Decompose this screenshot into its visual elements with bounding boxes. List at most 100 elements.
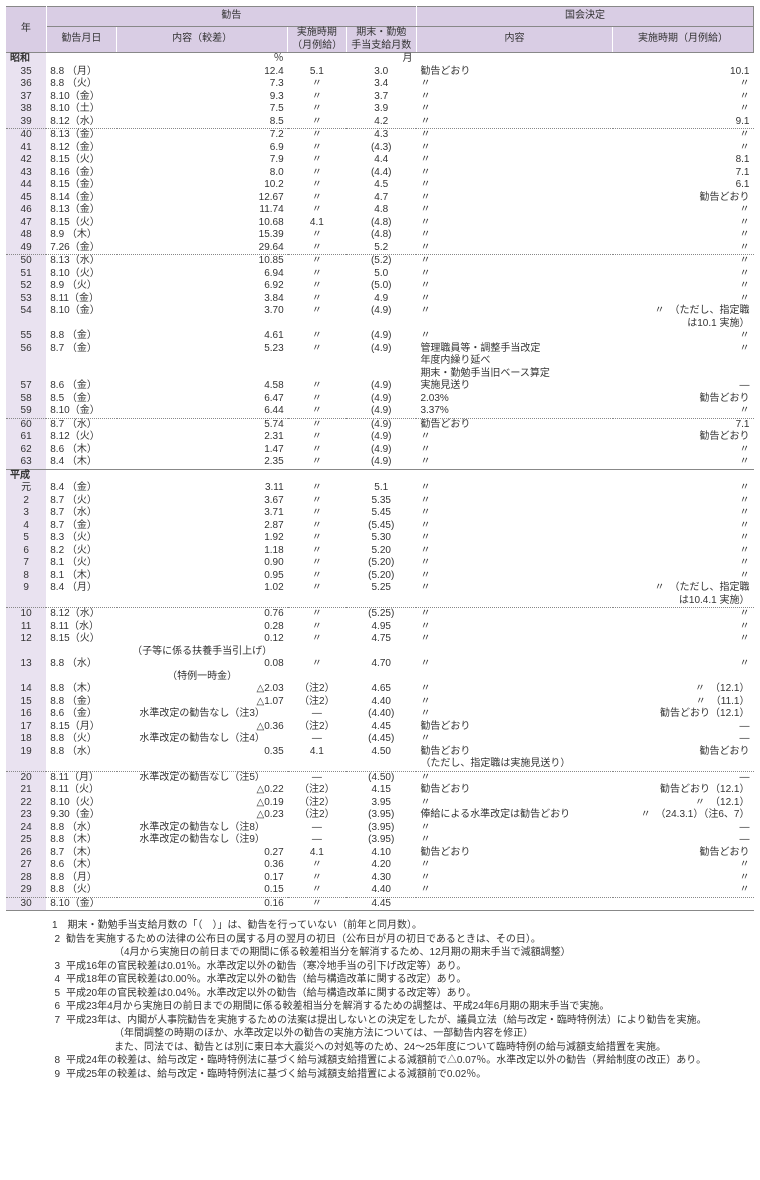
cell-year [6, 758, 46, 771]
cell-timing: 〃 [288, 482, 346, 495]
cell-months: 3.4 [346, 78, 416, 91]
cell-year [6, 595, 46, 608]
cell-date: 8.8 （月） [46, 872, 116, 885]
th-content2: 内容 [416, 27, 612, 53]
table-row: 608.7 （水）5.74〃(4.9)勧告どおり7.1 [6, 418, 754, 431]
cell-timing: 〃 [288, 204, 346, 217]
cell-timing: 〃 [288, 78, 346, 91]
cell-months: 4.40 [346, 696, 416, 709]
table-row: 488.9 （木）15.39〃(4.8)〃〃 [6, 229, 754, 242]
cell-diet-timing: 勧告どおり [613, 431, 754, 444]
cell-timing: ― [288, 771, 346, 784]
cell-content: 6.9 [117, 142, 288, 155]
table-row: 248.8 （水）水準改定の勧告なし（注8）―(3.95)〃― [6, 822, 754, 835]
cell-timing: （注2） [288, 784, 346, 797]
cell-date: 8.6 （木） [46, 859, 116, 872]
cell-months: 5.2 [346, 242, 416, 255]
cell-year: 46 [6, 204, 46, 217]
cell-diet-content: 〃 [416, 431, 612, 444]
cell-diet-content: 〃 [416, 192, 612, 205]
cell-timing [288, 671, 346, 684]
cell-months: 5.20 [346, 545, 416, 558]
cell-year [6, 355, 46, 368]
cell-year [6, 368, 46, 381]
cell-date: 8.13（水） [46, 255, 116, 268]
cell-content: 2.35 [117, 456, 288, 469]
note-item: 4平成18年の官民較差は0.00％。水準改定以外の勧告（給与構造改革に関する改定… [6, 973, 754, 987]
table-row: 198.8 （水）0.354.14.50勧告どおり勧告どおり [6, 746, 754, 759]
cell-timing [288, 355, 346, 368]
cell-timing: 〃 [288, 859, 346, 872]
cell-content: 0.15 [117, 884, 288, 897]
cell-content: 12.67 [117, 192, 288, 205]
cell-content: 0.12 [117, 633, 288, 646]
cell-timing: 〃 [288, 192, 346, 205]
cell-diet-content [416, 897, 612, 911]
cell-diet-timing: 8.1 [613, 154, 754, 167]
cell-date: 8.7 （金） [46, 520, 116, 533]
cell-months: (4.9) [346, 393, 416, 406]
cell-timing: 4.1 [288, 847, 346, 860]
cell-diet-timing: ― [613, 822, 754, 835]
cell-timing: 〃 [288, 545, 346, 558]
cell-diet-timing: 〃 [613, 343, 754, 356]
cell-timing: 5.1 [288, 66, 346, 79]
cell-diet-timing: 勧告どおり（12.1） [613, 784, 754, 797]
table-row: 138.8 （水）0.08〃4.70〃〃 [6, 658, 754, 671]
cell-date: 8.11（月） [46, 771, 116, 784]
cell-months: (4.45) [346, 733, 416, 746]
cell-timing: 〃 [288, 897, 346, 911]
cell-diet-content: 〃 [416, 884, 612, 897]
cell-months: 4.40 [346, 884, 416, 897]
table-row: 598.10（金）6.44〃(4.9)3.37%〃 [6, 405, 754, 418]
cell-date: 8.5 （金） [46, 393, 116, 406]
cell-content: 7.9 [117, 154, 288, 167]
cell-diet-content: 勧告どおり [416, 784, 612, 797]
table-row: 428.15（火）7.9〃4.4〃8.1 [6, 154, 754, 167]
cell-content: △0.19 [117, 797, 288, 810]
cell-content: 7.5 [117, 103, 288, 116]
table-row: 68.2 （火）1.18〃5.20〃〃 [6, 545, 754, 558]
cell-year: 44 [6, 179, 46, 192]
cell-months: 3.0 [346, 66, 416, 79]
cell-date [46, 355, 116, 368]
cell-timing: 〃 [288, 658, 346, 671]
cell-content: 1.18 [117, 545, 288, 558]
th-timing: 実施時期 （月例給） [288, 27, 346, 53]
cell-timing: 〃 [288, 91, 346, 104]
cell-diet-timing: 〃 [613, 621, 754, 634]
cell-content: 水準改定の勧告なし（注9） [117, 834, 288, 847]
cell-months: (4.9) [346, 456, 416, 469]
cell-timing: ― [288, 733, 346, 746]
cell-date: 8.15（火） [46, 217, 116, 230]
cell-date: 8.13（金） [46, 129, 116, 142]
cell-months: (4.50) [346, 771, 416, 784]
cell-content: （特例一時金） [117, 671, 288, 684]
cell-diet-timing: 〃 （12.1） [613, 683, 754, 696]
cell-months: (4.40) [346, 708, 416, 721]
cell-diet-timing: 〃 [613, 103, 754, 116]
cell-content: 3.70 [117, 305, 288, 318]
cell-diet-timing: 〃 （12.1） [613, 797, 754, 810]
cell-date: 8.9 （火） [46, 280, 116, 293]
table-row: は10.4.1 実施） [6, 595, 754, 608]
cell-year: 12 [6, 633, 46, 646]
cell-months: (4.4) [346, 167, 416, 180]
table-row: 58.3 （火）1.92〃5.30〃〃 [6, 532, 754, 545]
table-row: 88.1 （木）0.95〃(5.20)〃〃 [6, 570, 754, 583]
cell-content: 1.02 [117, 582, 288, 595]
table-row: 年度内繰り延べ [6, 355, 754, 368]
notes-list: （注）1 期末・勤勉手当支給月数の「（ ）」は、勧告を行っていない（前年と同月数… [6, 919, 754, 1081]
cell-timing: 〃 [288, 570, 346, 583]
cell-date: 8.10（金） [46, 405, 116, 418]
cell-months: 4.65 [346, 683, 416, 696]
cell-diet-content: 〃 [416, 242, 612, 255]
cell-timing: 〃 [288, 380, 346, 393]
cell-timing: 〃 [288, 268, 346, 281]
cell-date: 8.8 （金） [46, 696, 116, 709]
cell-year: 6 [6, 545, 46, 558]
cell-diet-timing: 〃 [613, 884, 754, 897]
table-row: 378.10（金）9.3〃3.7〃〃 [6, 91, 754, 104]
table-row: 298.8 （火）0.15〃4.40〃〃 [6, 884, 754, 897]
table-row: 438.16（金）8.0〃(4.4)〃7.1 [6, 167, 754, 180]
